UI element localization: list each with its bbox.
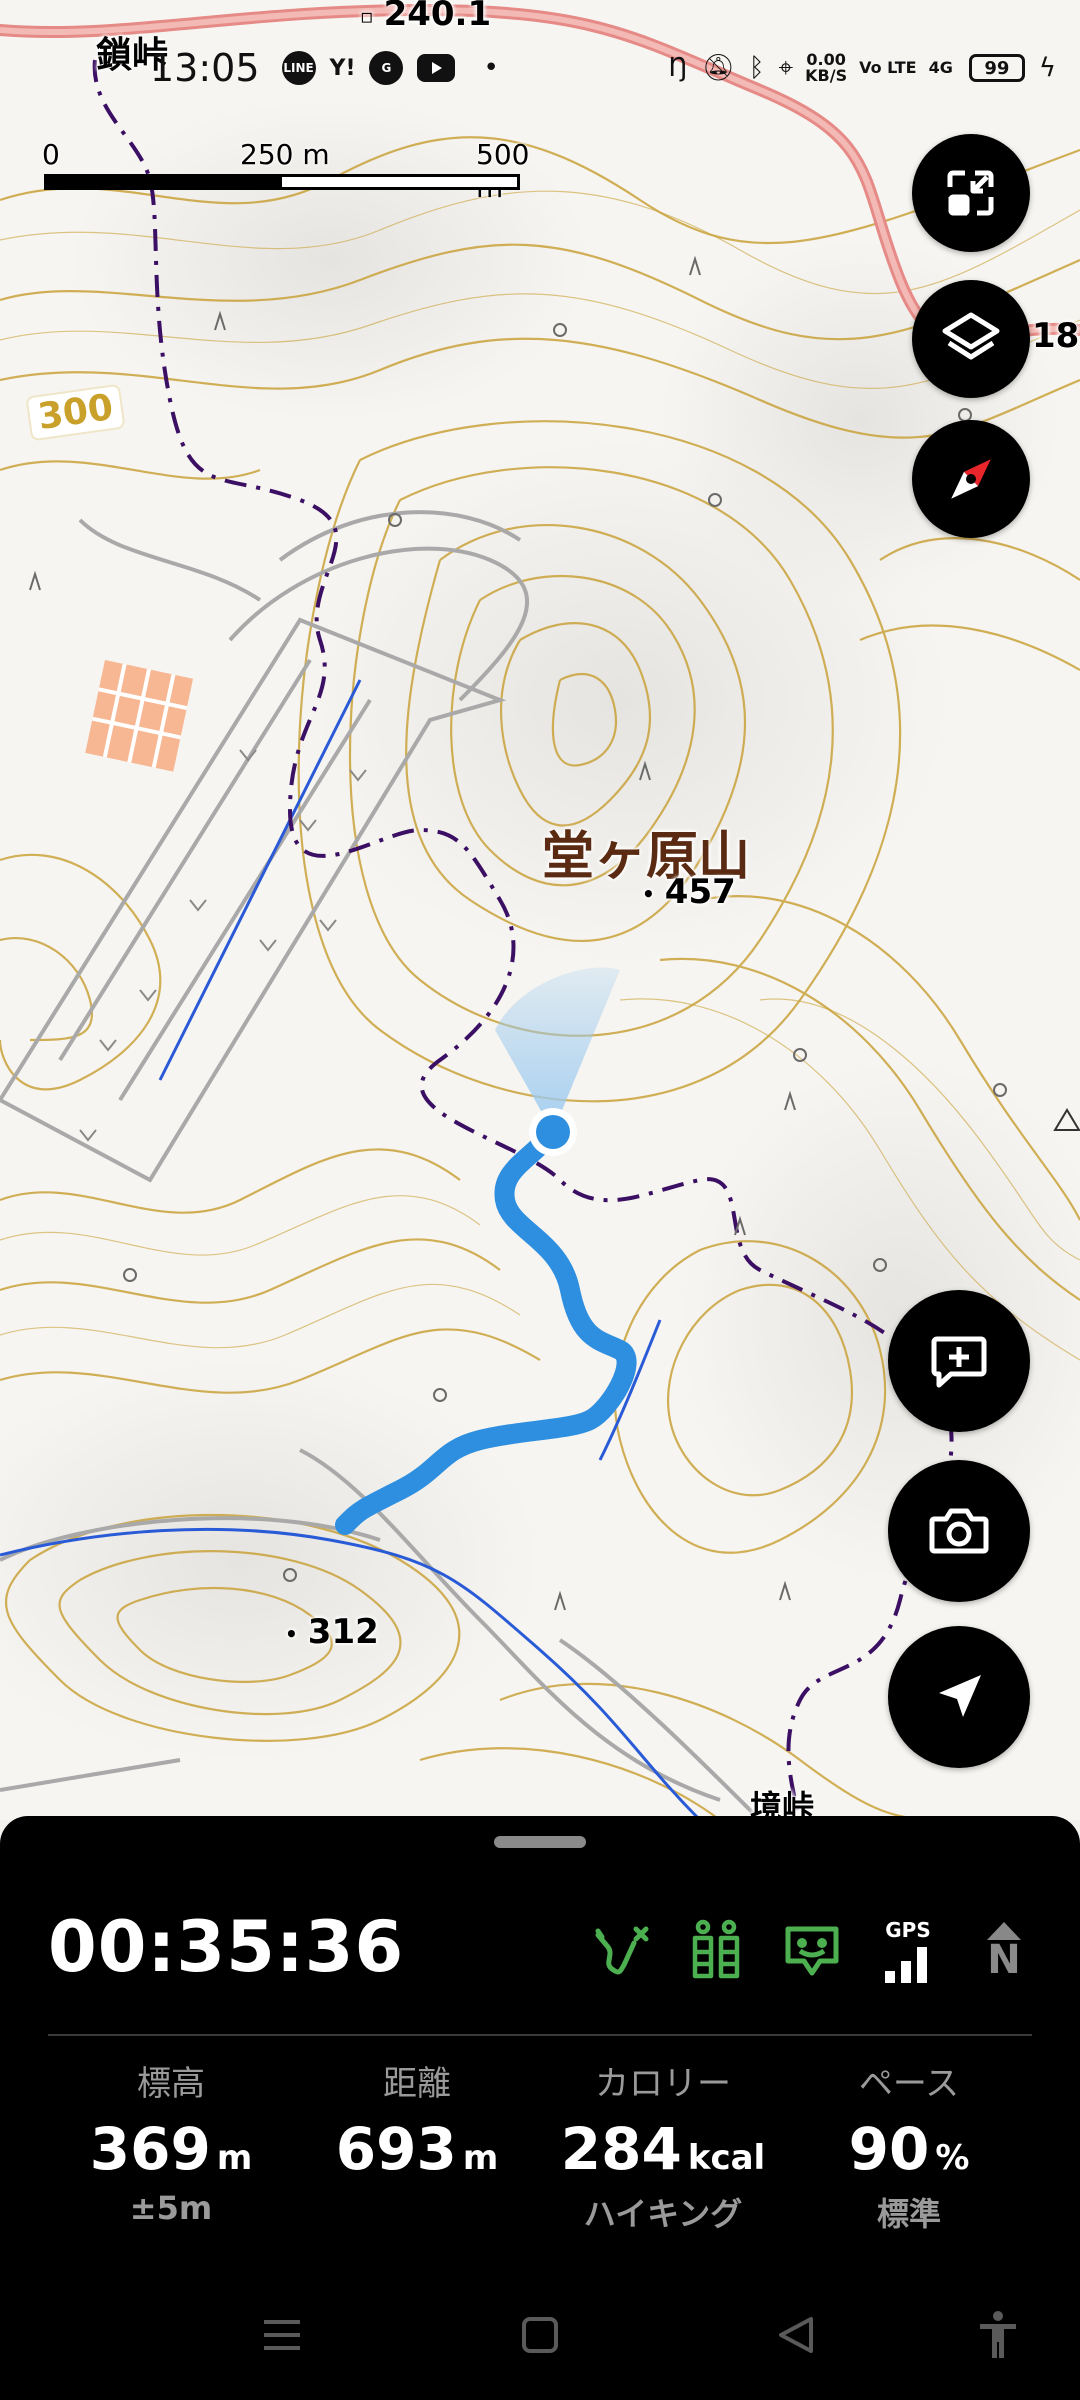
north-label: N [987, 1937, 1021, 1983]
panel-drag-handle[interactable] [494, 1836, 586, 1848]
stat-elevation[interactable]: 標高 369 m ±5m [48, 2056, 294, 2235]
stat-label: ペース [858, 2064, 960, 2104]
stat-value: 693 [335, 2115, 457, 2183]
network-speed-unit: KB/S [805, 66, 848, 85]
g-app-icon: G [369, 51, 404, 85]
network-type: 4G [928, 58, 953, 77]
accessibility-icon [980, 2311, 1016, 2358]
youtube-app-icon [417, 54, 456, 82]
scale-bar-fill [47, 177, 282, 187]
stat-label: カロリー [595, 2064, 731, 2104]
stats-row: 標高 369 m ±5m 距離 693 m カロリー 284 kcal ハイキング ペ… [48, 2056, 1032, 2235]
clock: 13:05 [150, 46, 260, 90]
panel-divider [48, 2034, 1032, 2036]
volte-indicator: Vo LTE [859, 58, 917, 77]
peak-elevation-label: • 457 [642, 872, 736, 912]
scale-label-250: 250 m [240, 138, 330, 171]
home-square-icon [522, 2317, 558, 2353]
gps-signal-icon: GPS [876, 1916, 940, 1986]
north-icon[interactable]: N [972, 1916, 1036, 1986]
recents-button[interactable] [252, 2310, 312, 2360]
charging-icon: ϟ [1038, 53, 1056, 83]
map-layers-button[interactable] [912, 280, 1030, 398]
locate-me-button[interactable] [888, 1626, 1030, 1768]
stat-unit: % [935, 2138, 970, 2178]
stat-unit: m [216, 2138, 253, 2178]
battery-icon: 99 [968, 54, 1025, 82]
layers-icon [942, 312, 1000, 360]
stat-pace[interactable]: ペース 90% 標準 [786, 2056, 1032, 2235]
back-button[interactable] [766, 2310, 826, 2360]
stat-value: 284 [560, 2115, 682, 2183]
map-scale-bar: 0 250 m 500 m [42, 138, 529, 204]
stat-value: 369 [89, 2115, 211, 2183]
camera-button[interactable] [888, 1460, 1030, 1602]
fullscreen-exit-icon [947, 170, 994, 216]
mute-icon: 🔕︎ [701, 53, 735, 83]
chat-icon[interactable] [780, 1916, 844, 1986]
add-note-button[interactable] [888, 1290, 1030, 1432]
menu-icon [264, 2320, 300, 2350]
compass-button[interactable] [912, 420, 1030, 538]
stat-label: 距離 [383, 2064, 451, 2104]
status-icons: GPS N [588, 1916, 1036, 1986]
line-app-icon: LINE [281, 51, 316, 85]
scale-label-0: 0 [42, 138, 60, 171]
stat-value-row: 693 m [294, 2115, 540, 2183]
home-button[interactable] [510, 2310, 570, 2360]
back-triangle-icon [779, 2317, 813, 2353]
scale-bar-track [44, 174, 520, 190]
screen: 堂ヶ原山 •457 ▫240.1 鎖峠 境峠 •312 182 300 0 25… [0, 0, 1080, 2400]
add-note-icon [931, 1336, 987, 1388]
camera-icon [929, 1508, 989, 1554]
stat-value-row: 90% [786, 2115, 1032, 2183]
accessibility-button[interactable] [968, 2310, 1028, 2360]
location-icon: ⌖ [778, 52, 794, 83]
compass-icon [951, 459, 991, 499]
stat-value: 90 [848, 2115, 930, 2183]
stat-unit: kcal [687, 2138, 766, 2178]
elapsed-time: 00:35:36 [48, 1906, 405, 1988]
stat-sub: 標準 [876, 2195, 941, 2233]
stat-unit: m [462, 2138, 499, 2178]
system-nav-bar [0, 2290, 1080, 2380]
spot-elevation-label: • 312 [285, 1612, 379, 1652]
stat-value-row: 284 kcal [540, 2115, 786, 2183]
summit-elevation-label: ▫ 240.1 [360, 0, 492, 34]
nfc-icon: Ŋ [668, 53, 688, 83]
yahoo-app-icon: Y! [329, 55, 356, 81]
scale-label-500: 500 m [476, 138, 530, 204]
stat-value-row: 369 m [48, 2115, 294, 2183]
status-bar: 13:05 LINE Y! G • Ŋ 🔕︎ ᛒ ⌖ 0.00 KB/S Vo L… [0, 38, 1080, 98]
hikers-icon[interactable] [684, 1916, 748, 1986]
network-speed: 0.00 KB/S [805, 52, 847, 84]
play-icon [432, 62, 443, 74]
stat-calories[interactable]: カロリー 284 kcal ハイキング [540, 2056, 786, 2235]
stat-label: 標高 [137, 2064, 205, 2104]
route-icon[interactable] [588, 1916, 652, 1986]
pass-name-label: 境峠 [750, 1788, 815, 1820]
navigation-arrow-icon [939, 1675, 981, 1717]
gps-label: GPS [885, 1918, 931, 1942]
fullscreen-toggle-button[interactable] [912, 134, 1030, 252]
stat-sub: ±5m [129, 2189, 213, 2227]
bluetooth-icon: ᛒ [748, 53, 765, 83]
stat-distance[interactable]: 距離 693 m [294, 2056, 540, 2235]
notification-dot-icon: • [483, 53, 499, 83]
cut-off-elevation-label: 182 [1032, 316, 1080, 356]
stat-sub: ハイキング [583, 2195, 743, 2233]
